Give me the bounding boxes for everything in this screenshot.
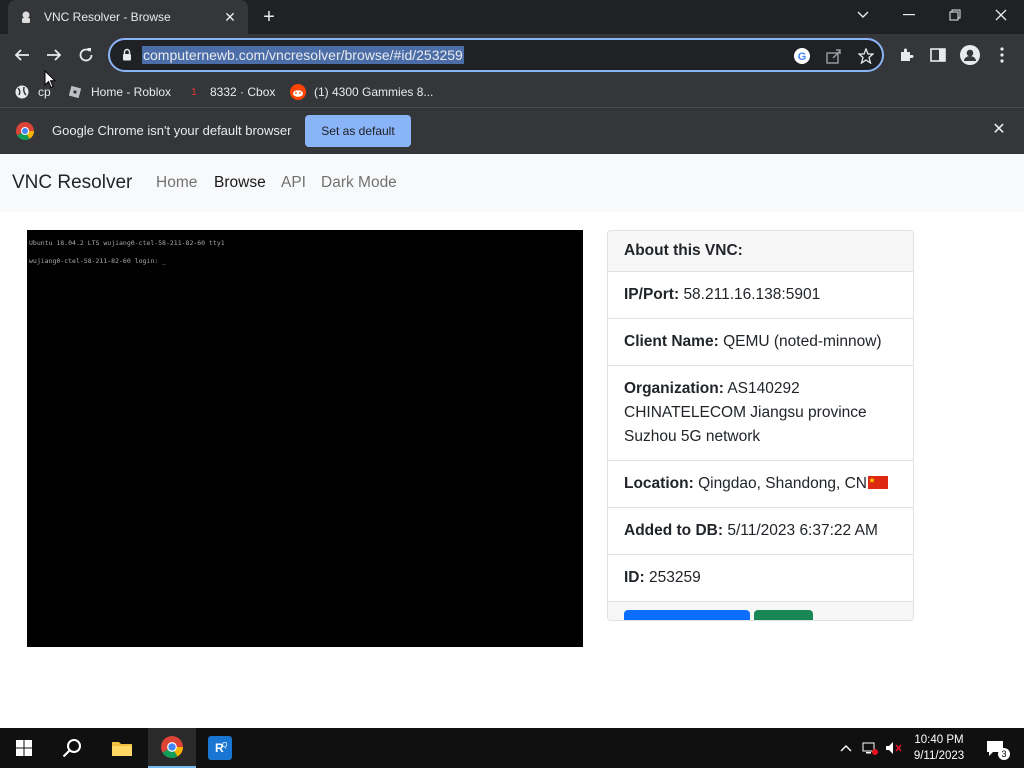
nav-browse[interactable]: Browse bbox=[214, 174, 266, 192]
browser-tab[interactable]: VNC Resolver - Browse ✕ bbox=[8, 0, 248, 34]
ip-port-value: 58.211.16.138:5901 bbox=[683, 286, 821, 303]
notification-count-badge: 3 bbox=[998, 748, 1010, 760]
address-bar[interactable]: computernewb.com/vncresolver/browse/#id/… bbox=[108, 38, 884, 72]
location-label: Location: bbox=[624, 475, 694, 492]
tab-strip: VNC Resolver - Browse ✕ + bbox=[0, 0, 1024, 34]
windows-taskbar: RQ 10:40 PM 9/11/2023 3 bbox=[0, 728, 1024, 768]
cbox-icon: 1 bbox=[191, 86, 197, 98]
tab-title: VNC Resolver - Browse bbox=[44, 10, 171, 24]
svg-text:G: G bbox=[798, 51, 807, 63]
nav-dark-mode[interactable]: Dark Mode bbox=[321, 174, 397, 192]
close-window-icon[interactable] bbox=[978, 0, 1024, 30]
extensions-icon[interactable] bbox=[892, 41, 920, 69]
organization-row: Organization: AS140292 CHINATELECOM Jian… bbox=[608, 366, 913, 461]
client-name-label: Client Name: bbox=[624, 333, 719, 350]
ip-port-label: IP/Port: bbox=[624, 286, 680, 303]
clock-time: 10:40 PM bbox=[914, 734, 964, 746]
infobar-close-icon[interactable]: ✕ bbox=[989, 120, 1009, 140]
vnc-info-card: About this VNC: IP/Port: 58.211.16.138:5… bbox=[607, 230, 914, 621]
next-button[interactable]: Next bbox=[754, 610, 813, 620]
share-icon[interactable] bbox=[824, 46, 844, 66]
lock-icon[interactable] bbox=[122, 48, 132, 66]
id-label: ID: bbox=[624, 569, 645, 586]
card-footer: Copy Hardlink Next bbox=[608, 602, 913, 620]
site-brand[interactable]: VNC Resolver bbox=[12, 172, 132, 194]
added-to-db-label: Added to DB: bbox=[624, 522, 724, 539]
bookmark-home-roblox[interactable]: Home - Roblox bbox=[67, 83, 171, 101]
minimize-icon[interactable] bbox=[886, 0, 932, 30]
added-to-db-row: Added to DB: 5/11/2023 6:37:22 AM bbox=[608, 508, 913, 555]
notifications-icon[interactable]: 3 bbox=[980, 728, 1010, 768]
location-value: Qingdao, Shandong, CN bbox=[698, 475, 867, 492]
id-row: ID: 253259 bbox=[608, 555, 913, 602]
system-clock[interactable]: 10:40 PM 9/11/2023 bbox=[904, 732, 974, 764]
card-title: About this VNC: bbox=[608, 231, 913, 272]
svg-text:Q: Q bbox=[222, 742, 228, 749]
network-icon[interactable] bbox=[858, 728, 882, 768]
terminal-line: wujiang0-ctel-58-211-82-60 login: _ bbox=[29, 257, 166, 265]
copy-hardlink-button[interactable]: Copy Hardlink bbox=[624, 610, 750, 620]
china-flag-icon bbox=[867, 476, 888, 489]
site-navbar: VNC Resolver Home Browse API Dark Mode bbox=[0, 154, 1024, 212]
location-row: Location: Qingdao, Shandong, CN bbox=[608, 461, 913, 508]
reddit-icon bbox=[290, 84, 306, 100]
web-page: VNC Resolver Home Browse API Dark Mode U… bbox=[0, 154, 1024, 728]
nav-home[interactable]: Home bbox=[156, 174, 197, 192]
chrome-logo-icon bbox=[16, 122, 35, 145]
default-browser-infobar: Google Chrome isn't your default browser bbox=[0, 108, 1024, 154]
added-to-db-value: 5/11/2023 6:37:22 AM bbox=[727, 522, 878, 539]
restore-icon[interactable] bbox=[932, 0, 978, 30]
forward-icon[interactable] bbox=[40, 41, 68, 69]
bookmark-label: Home - Roblox bbox=[91, 85, 172, 99]
url-text[interactable]: computernewb.com/vncresolver/browse/#id/… bbox=[142, 46, 464, 64]
client-name-value: QEMU (noted-minnow) bbox=[723, 333, 882, 350]
bookmark-label: 8332 · Cbox bbox=[210, 85, 276, 99]
bookmarks-bar: cp Home - Roblox 1 8332 · Cbox (1) 4300 … bbox=[0, 76, 1024, 108]
bookmark-reddit[interactable]: (1) 4300 Gammies 8... bbox=[290, 83, 433, 101]
back-icon[interactable] bbox=[8, 41, 36, 69]
globe-icon bbox=[14, 84, 30, 100]
nav-api[interactable]: API bbox=[281, 174, 306, 192]
app-rq-icon[interactable]: RQ bbox=[196, 728, 244, 768]
tab-close-icon[interactable]: ✕ bbox=[222, 9, 238, 26]
google-lens-icon[interactable]: G bbox=[792, 46, 812, 66]
menu-icon[interactable] bbox=[988, 41, 1016, 69]
new-tab-icon[interactable]: + bbox=[258, 6, 280, 28]
tab-search-icon[interactable] bbox=[840, 0, 886, 30]
ip-port-row: IP/Port: 58.211.16.138:5901 bbox=[608, 272, 913, 319]
tab-favicon-icon bbox=[18, 9, 34, 25]
bookmark-cbox[interactable]: 1 8332 · Cbox bbox=[186, 83, 275, 101]
windows-start-icon[interactable] bbox=[0, 728, 48, 768]
roblox-icon bbox=[67, 84, 83, 100]
mouse-cursor-icon bbox=[44, 69, 57, 94]
volume-muted-icon[interactable] bbox=[882, 728, 906, 768]
clock-date: 9/11/2023 bbox=[913, 750, 965, 762]
profile-icon[interactable] bbox=[956, 41, 984, 69]
terminal-line: Ubuntu 18.04.2 LTS wujiang0-ctel-58-211-… bbox=[29, 239, 225, 247]
chrome-taskbar-icon[interactable] bbox=[148, 728, 196, 768]
reload-icon[interactable] bbox=[72, 41, 100, 69]
set-as-default-button[interactable]: Set as default bbox=[305, 115, 411, 147]
show-hidden-icons-icon[interactable] bbox=[834, 728, 858, 768]
id-value: 253259 bbox=[648, 569, 701, 586]
side-panel-icon[interactable] bbox=[924, 41, 952, 69]
search-icon[interactable] bbox=[48, 728, 96, 768]
bookmark-star-icon[interactable] bbox=[856, 46, 876, 66]
organization-label: Organization: bbox=[624, 380, 724, 397]
vnc-screenshot: Ubuntu 18.04.2 LTS wujiang0-ctel-58-211-… bbox=[27, 230, 583, 647]
bookmark-label: (1) 4300 Gammies 8... bbox=[314, 85, 434, 99]
infobar-message: Google Chrome isn't your default browser bbox=[52, 123, 292, 138]
client-name-row: Client Name: QEMU (noted-minnow) bbox=[608, 319, 913, 366]
file-explorer-icon[interactable] bbox=[98, 728, 146, 768]
